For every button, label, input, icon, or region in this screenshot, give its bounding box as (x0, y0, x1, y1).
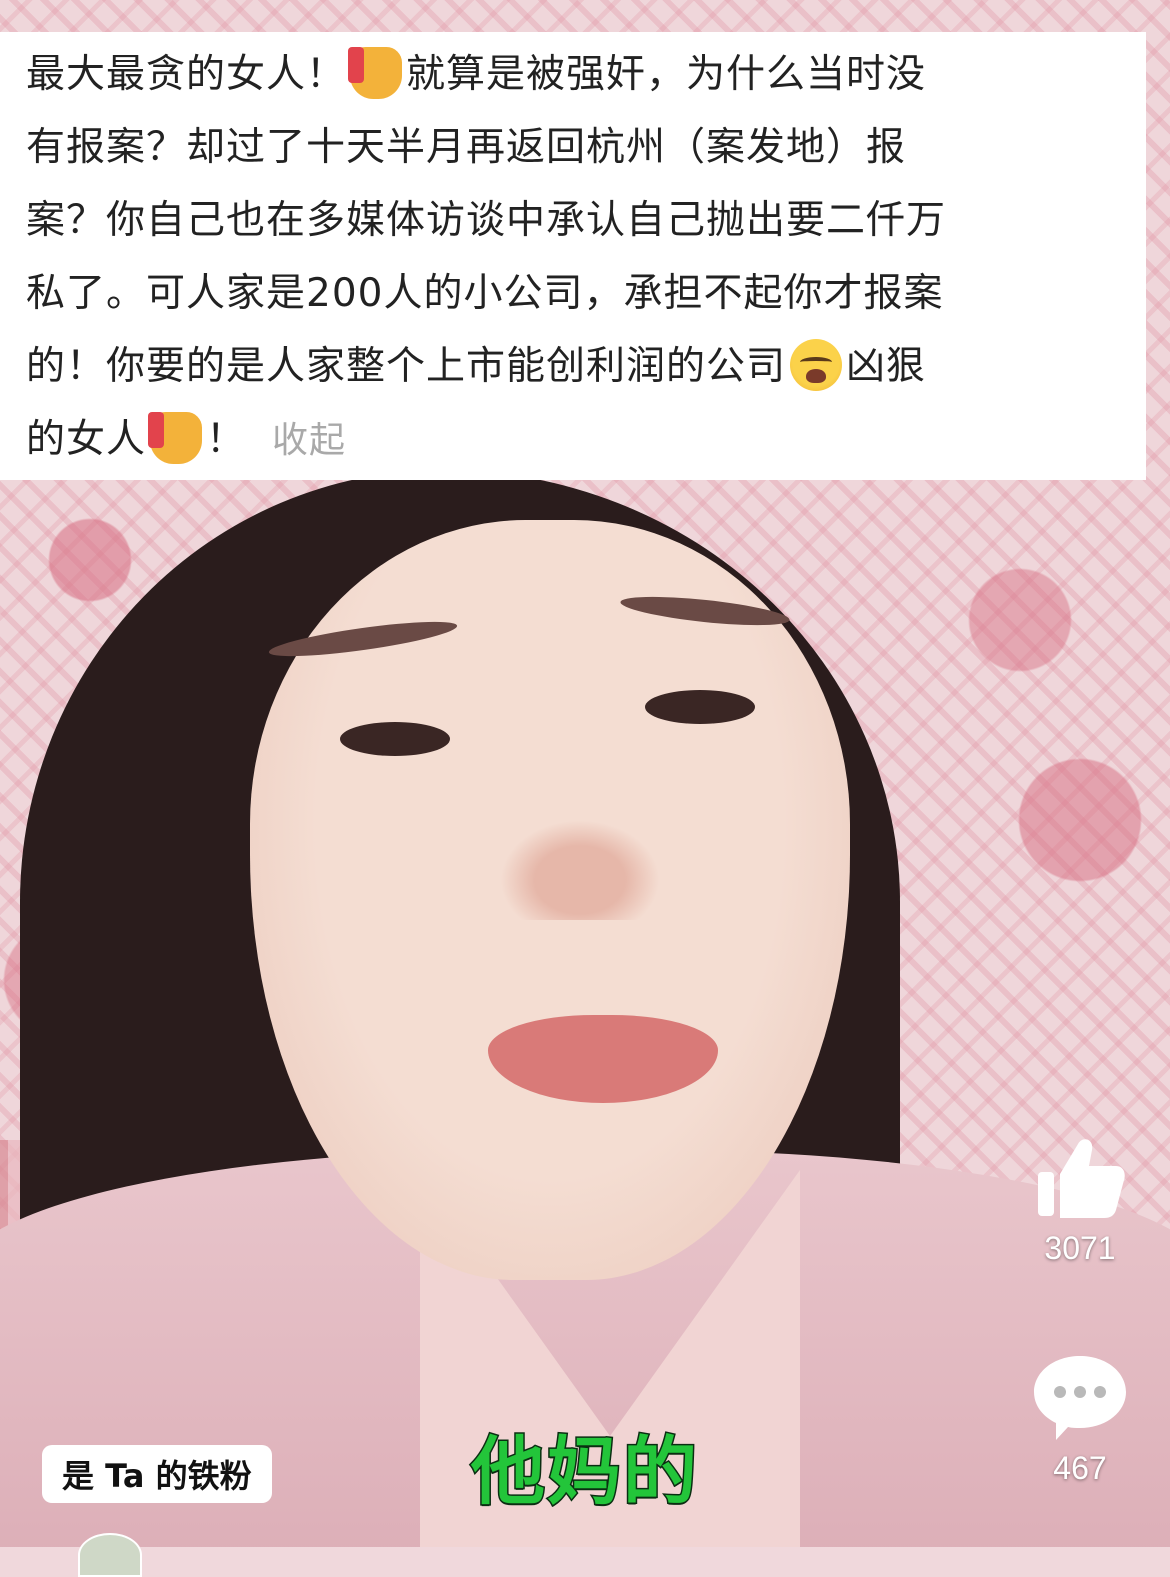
thumbs-down-icon (148, 412, 203, 464)
like-count: 3071 (1044, 1230, 1116, 1266)
thumbs-down-icon (348, 47, 403, 99)
collapse-link[interactable]: 收起 (272, 420, 346, 461)
comment-card: 最大最贪的女人！ 就算是被强奸，为什么当时没 有报案？却过了十天半月再返回杭州（案… (0, 32, 1146, 480)
comment-segment: 私了。可人家是200人的小公司，承担不起你才报案 (26, 271, 944, 316)
crying-face-icon (790, 339, 843, 391)
comment-segment: 凶狠 (846, 344, 927, 389)
right-eye (645, 690, 755, 724)
like-button[interactable]: 3071 (1030, 1128, 1130, 1267)
fan-badge[interactable]: 是 Ta 的铁粉 (42, 1445, 272, 1503)
comment-segment: 就算是被强奸，为什么当时没 (406, 52, 927, 97)
comment-segment: 最大最贪的女人！ (26, 52, 347, 97)
comment-text: 最大最贪的女人！ 就算是被强奸，为什么当时没 有报案？却过了十天半月再返回杭州（案… (26, 38, 1124, 477)
comment-segment: 的女人 (26, 417, 147, 462)
nose (500, 820, 660, 920)
comment-segment: 有报案？却过了十天半月再返回杭州（案发地）报 (26, 125, 907, 170)
comment-segment: ！ (206, 417, 247, 462)
comment-segment: 的！你要的是人家整个上市能创利润的公司 (26, 344, 787, 389)
thumbs-up-icon (1038, 1139, 1125, 1218)
left-eye (340, 722, 450, 756)
avatar[interactable] (78, 1533, 142, 1577)
comment-segment: 案？你自己也在多媒体访谈中承认自己抛出要二仟万 (26, 198, 947, 243)
